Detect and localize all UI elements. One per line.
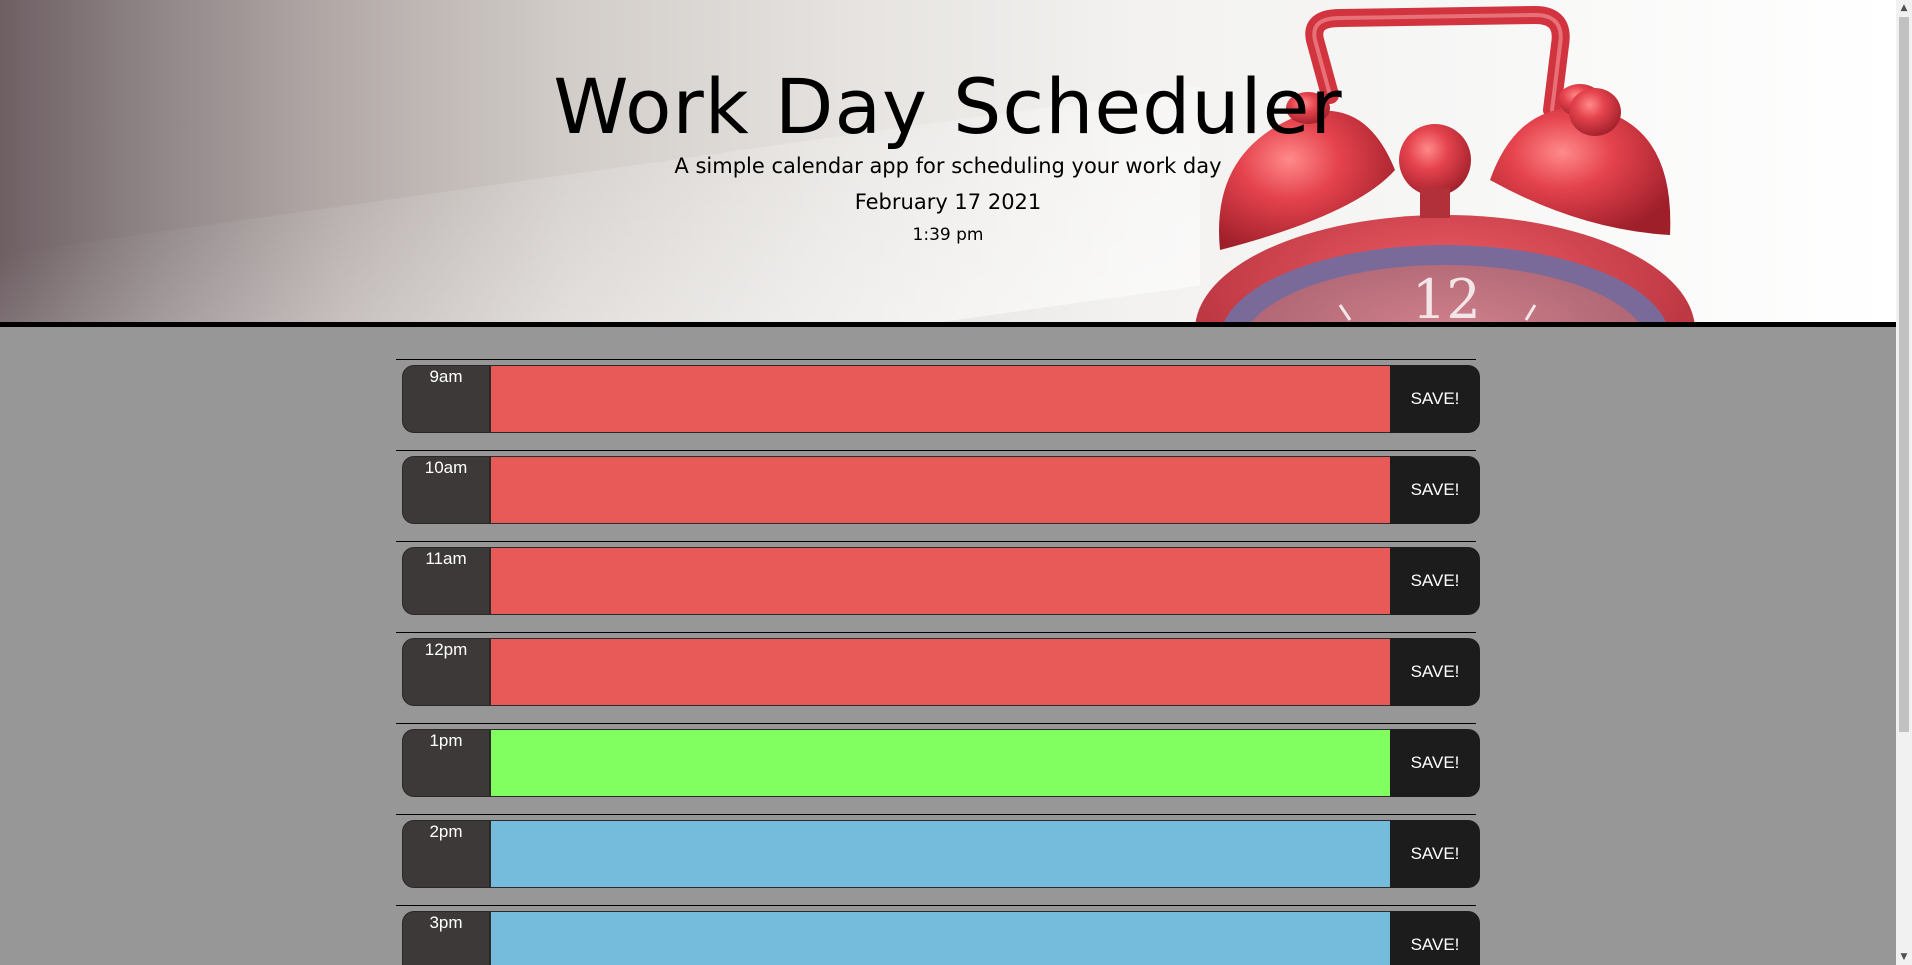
time-block-row: 10am SAVE! [396,450,1480,540]
hour-label: 12pm [402,638,490,706]
task-input[interactable] [490,365,1390,433]
time-block-row: 1pm SAVE! [396,723,1480,813]
task-input[interactable] [490,638,1390,706]
save-button[interactable]: SAVE! [1390,456,1480,524]
jumbotron-header: 12 Work Day Scheduler A simple calendar … [0,0,1896,327]
page-title: Work Day Scheduler [553,62,1343,151]
task-input[interactable] [490,547,1390,615]
save-button[interactable]: SAVE! [1390,729,1480,797]
time-block-row: 12pm SAVE! [396,632,1480,722]
time-block-row: 11am SAVE! [396,541,1480,631]
current-date: February 17 2021 [854,190,1042,214]
scroll-up-arrow-icon[interactable]: ▲ [1896,0,1912,16]
svg-text:12: 12 [1412,268,1481,322]
hour-label: 11am [402,547,490,615]
hour-label: 2pm [402,820,490,888]
save-button[interactable]: SAVE! [1390,547,1480,615]
hour-label: 1pm [402,729,490,797]
scrollbar-thumb[interactable] [1899,17,1909,732]
schedule-container: 9am SAVE! 10am SAVE! 11am SAVE! 12pm SAV… [396,359,1480,965]
hour-label: 10am [402,456,490,524]
time-block-row: 2pm SAVE! [396,814,1480,904]
save-button[interactable]: SAVE! [1390,820,1480,888]
task-input[interactable] [490,456,1390,524]
hour-label: 3pm [402,911,490,965]
vertical-scrollbar[interactable]: ▲ ▼ [1896,0,1912,965]
save-button[interactable]: SAVE! [1390,638,1480,706]
save-button[interactable]: SAVE! [1390,911,1480,965]
hour-label: 9am [402,365,490,433]
time-block-row: 3pm SAVE! [396,905,1480,965]
page: 12 Work Day Scheduler A simple calendar … [0,0,1896,965]
task-input[interactable] [490,820,1390,888]
current-time: 1:39 pm [912,225,984,245]
save-button[interactable]: SAVE! [1390,365,1480,433]
time-block-row: 9am SAVE! [396,359,1480,449]
page-subtitle: A simple calendar app for scheduling you… [674,154,1222,178]
task-input[interactable] [490,911,1390,965]
scroll-down-arrow-icon[interactable]: ▼ [1896,949,1912,965]
task-input[interactable] [490,729,1390,797]
